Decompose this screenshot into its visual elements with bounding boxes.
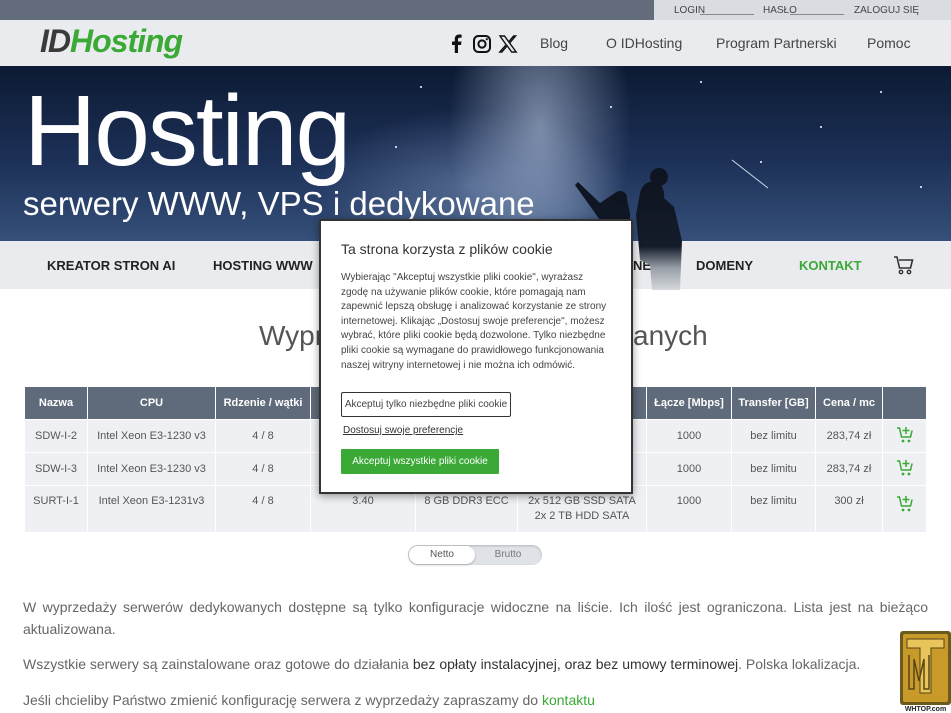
star-decor [880, 91, 882, 93]
top-strip: LOGIN HASŁO ZALOGUJ SIĘ [0, 0, 951, 20]
star-decor [700, 81, 702, 83]
x-twitter-icon[interactable] [498, 34, 518, 54]
header: IDHosting Blog O IDHosting Program Partn… [0, 20, 951, 66]
cell-action [882, 485, 927, 533]
hero-banner: Hosting serwery WWW, VPS i dedykowane [0, 66, 951, 241]
cell-transfer: bez limitu [731, 485, 816, 533]
instagram-icon[interactable] [472, 34, 492, 54]
cell-cpu: Intel Xeon E3-1230 v3 [87, 419, 216, 453]
col-link: Łącze [Mbps] [646, 386, 732, 420]
accept-all-button[interactable]: Akceptuj wszystkie pliki cookie [341, 449, 499, 474]
password-input[interactable] [790, 14, 844, 15]
toggle-brutto[interactable]: Brutto [476, 546, 540, 564]
cell-price: 283,74 zł [815, 419, 883, 453]
nav-about[interactable]: O IDHosting [606, 35, 682, 51]
info-paragraph: Wszystkie serwery są zainstalowane oraz … [23, 656, 861, 672]
section-title-end: anych [633, 320, 708, 351]
nav-blog[interactable]: Blog [540, 35, 568, 51]
col-transfer: Transfer [GB] [731, 386, 816, 420]
star-decor [920, 186, 922, 188]
star-decor [420, 86, 422, 88]
star-decor [395, 146, 397, 148]
accept-necessary-button[interactable]: Akceptuj tylko niezbędne pliki cookie [341, 392, 511, 417]
nav-ai-site-builder[interactable]: KREATOR STRON AI [47, 258, 175, 273]
col-name: Nazwa [24, 386, 88, 420]
whtop-badge[interactable]: WHTOP.com [900, 631, 951, 713]
login-box: LOGIN HASŁO ZALOGUJ SIĘ [654, 0, 951, 20]
cell-cores: 4 / 8 [215, 419, 311, 453]
svg-text:WHTOP.com: WHTOP.com [905, 706, 946, 713]
info-paragraph: W wyprzedaży serwerów dedykowanych dostę… [23, 599, 928, 637]
page: LOGIN HASŁO ZALOGUJ SIĘ IDHosting Blog O… [0, 0, 951, 713]
star-decor [820, 126, 822, 128]
login-button[interactable]: ZALOGUJ SIĘ [854, 5, 919, 16]
cart-icon[interactable] [893, 254, 915, 276]
cell-price: 283,74 zł [815, 452, 883, 486]
cookie-modal-title: Ta strona korzysta z plików cookie [341, 241, 553, 257]
price-mode-toggle[interactable]: Netto Brutto [408, 545, 542, 565]
cell-price: 300 zł [815, 485, 883, 533]
section-title: Wypr [259, 320, 325, 351]
add-to-cart-icon[interactable] [896, 426, 914, 444]
cell-action [882, 452, 927, 486]
col-cpu: CPU [87, 386, 216, 420]
cell-cores: 4 / 8 [215, 485, 311, 533]
logo[interactable]: IDHosting [40, 23, 183, 60]
contact-link[interactable]: kontaktu [542, 692, 595, 708]
cell-transfer: bez limitu [731, 452, 816, 486]
disk-line: 2x 512 GB SSD SATA [528, 495, 636, 507]
nav-partner-program[interactable]: Program Partnerski [716, 35, 837, 51]
facebook-icon[interactable] [447, 34, 467, 54]
cell-link: 1000 [646, 419, 732, 453]
col-cores: Rdzenie / wątki [215, 386, 311, 420]
cell-action [882, 419, 927, 453]
cell-name: SDW-I-2 [24, 419, 88, 453]
add-to-cart-icon[interactable] [896, 459, 914, 477]
nav-domains[interactable]: DOMENY [696, 258, 753, 273]
disk-line: 2x 2 TB HDD SATA [534, 510, 630, 522]
cookie-modal-body: Wybierając "Akceptuj wszystkie pliki coo… [341, 272, 607, 371]
hero-subtitle: serwery WWW, VPS i dedykowane [23, 185, 535, 222]
cell-name: SURT-I-1 [24, 485, 88, 533]
cell-cores: 4 / 8 [215, 452, 311, 486]
add-to-cart-icon[interactable] [896, 495, 914, 513]
info-paragraph: Jeśli chcieliby Państwo zmienić konfigur… [23, 692, 595, 708]
toggle-netto[interactable]: Netto [409, 546, 475, 564]
cell-cpu: Intel Xeon E3-1230 v3 [87, 452, 216, 486]
hero-title: Hosting [24, 75, 351, 187]
cell-transfer: bez limitu [731, 419, 816, 453]
col-price: Cena / mc [815, 386, 883, 420]
shooting-star-decor [731, 159, 769, 189]
login-input[interactable] [700, 14, 754, 15]
cell-link: 1000 [646, 485, 732, 533]
cell-cpu: Intel Xeon E3-1231v3 [87, 485, 216, 533]
cookie-consent-modal: Ta strona korzysta z plików cookie Wybie… [319, 219, 633, 494]
star-decor [610, 106, 612, 108]
nav-contact[interactable]: KONTAKT [799, 258, 862, 273]
customize-preferences-link[interactable]: Dostosuj swoje preferencje [343, 425, 463, 436]
cell-link: 1000 [646, 452, 732, 486]
nav-web-hosting[interactable]: HOSTING WWW [213, 258, 313, 273]
cell-name: SDW-I-3 [24, 452, 88, 486]
col-action [882, 386, 927, 420]
nav-help[interactable]: Pomoc [867, 35, 911, 51]
